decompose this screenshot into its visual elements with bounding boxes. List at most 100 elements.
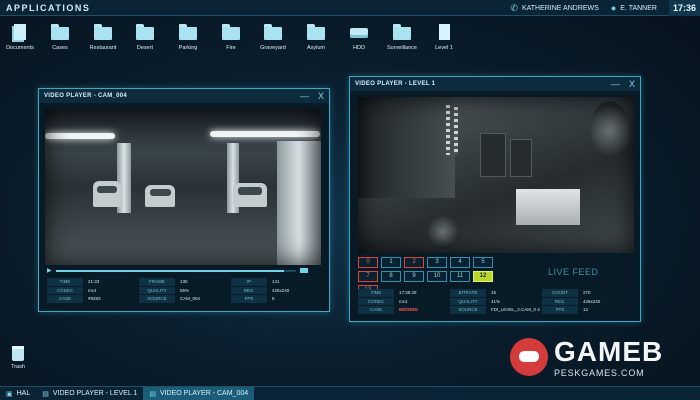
desktop-icon-graveyard[interactable]: Graveyard: [253, 24, 293, 51]
info-value: 270: [579, 289, 633, 297]
taskbar-item-video-level1[interactable]: ▤ VIDEO PLAYER - LEVEL 1: [36, 387, 143, 400]
camera-button-5[interactable]: 5: [473, 257, 493, 268]
desktop-icon-label: Fire: [226, 45, 236, 51]
camera-button-0[interactable]: 0: [358, 257, 378, 268]
top-bar: APPLICATIONS ✆ KATHERINE ANDREWS ● E. TA…: [0, 0, 700, 16]
info-value: MISSING: [395, 306, 449, 314]
close-button[interactable]: X: [318, 90, 324, 102]
camera-button-7[interactable]: 7: [358, 271, 378, 282]
info-key: TIME: [47, 278, 83, 286]
level1-info-table: TIME 17:36:28 BITRATE 15 COUNT 270 CODEC mc4 QUA…: [358, 289, 634, 314]
info-value: 130: [176, 278, 230, 286]
taskbar-item-label: VIDEO PLAYER - CAM_004: [159, 390, 249, 397]
info-key: SOURCE: [450, 306, 486, 314]
desktop-icon-documents[interactable]: Documents: [0, 24, 40, 51]
watermark-subtitle: PESKGAMES.COM: [554, 368, 645, 378]
info-value: 12: [579, 306, 633, 314]
window-icon: ▤: [149, 390, 156, 398]
folder-icon: [179, 24, 197, 40]
camera-button-1[interactable]: 1: [381, 257, 401, 268]
folder-icon: [264, 24, 282, 40]
taskbar-item-video-cam004[interactable]: ▤ VIDEO PLAYER - CAM_004: [143, 386, 255, 400]
trash-icon: [12, 346, 24, 361]
contact-button[interactable]: ✆ KATHERINE ANDREWS: [510, 3, 598, 14]
page-icon: [435, 24, 453, 40]
hal-icon: ▣: [6, 390, 13, 398]
window-title: VIDEO PLAYER - LEVEL 1: [355, 81, 436, 87]
window-title-bar[interactable]: VIDEO PLAYER - CAM_004 — X: [39, 89, 329, 103]
playback-bar[interactable]: ▶: [47, 267, 321, 275]
applications-menu[interactable]: APPLICATIONS: [6, 3, 90, 13]
info-value: CAM_004: [176, 295, 230, 303]
camera-button-10[interactable]: 10: [427, 271, 447, 282]
camera-button-3[interactable]: 3: [427, 257, 447, 268]
desktop-icon-label: Documents: [6, 45, 34, 51]
video-player-level1-window[interactable]: VIDEO PLAYER - LEVEL 1 — X 0 1 2 3 4 5 7 8 9 10 11…: [349, 76, 641, 322]
desktop-icon-fire[interactable]: Fire: [211, 24, 251, 51]
desktop-icon-label: Desert: [136, 45, 154, 51]
info-key: CODEC: [47, 286, 83, 294]
desktop-icons: Documents Cases Restaurant Desert Parkin…: [0, 24, 470, 64]
info-key: FPS: [542, 306, 578, 314]
desktop-icon-cases[interactable]: Cases: [40, 24, 80, 51]
desktop-icon-level-1[interactable]: Level 1: [424, 24, 464, 51]
progress-handle[interactable]: [300, 268, 308, 273]
camera-button-12[interactable]: 12: [473, 271, 493, 282]
desktop-icon-label: HDD: [353, 45, 365, 51]
folder-icon: [51, 24, 69, 40]
desktop-icon-asylum[interactable]: Asylum: [296, 24, 336, 51]
close-button[interactable]: X: [629, 78, 635, 90]
info-value: 15: [487, 289, 541, 297]
info-value: 55%: [176, 286, 230, 294]
desktop-icon-desert[interactable]: Desert: [125, 24, 165, 51]
camera-button-4[interactable]: 4: [450, 257, 470, 268]
user-name: E. TANNER: [620, 4, 657, 12]
desktop-icon-label: Parking: [178, 45, 198, 51]
desktop-icon-label: Level 1: [435, 45, 453, 51]
info-value: 6: [268, 295, 322, 303]
desktop-icon-parking[interactable]: Parking: [168, 24, 208, 51]
info-value: 426x240: [268, 286, 322, 294]
desktop-icon-hdd[interactable]: HDD: [339, 24, 379, 51]
camera-button-9[interactable]: 9: [404, 271, 424, 282]
minimize-button[interactable]: —: [611, 78, 620, 90]
info-value: 17:36:28: [395, 289, 449, 297]
info-key: SOURCE: [139, 295, 175, 303]
camera-button-11[interactable]: 11: [450, 271, 470, 282]
drive-icon: [350, 24, 368, 40]
desktop-icon-label: Asylum: [306, 45, 326, 51]
info-value: 41%: [487, 297, 541, 305]
window-title-bar[interactable]: VIDEO PLAYER - LEVEL 1 — X: [350, 77, 640, 91]
play-icon[interactable]: ▶: [47, 267, 52, 274]
gamepad-logo-icon: [510, 338, 548, 376]
folder-icon: [307, 24, 325, 40]
info-value: mc4: [395, 297, 449, 305]
camera-button-2[interactable]: 2: [404, 257, 424, 268]
info-key: CASE: [358, 306, 394, 314]
user-button[interactable]: ● E. TANNER: [611, 3, 657, 13]
desktop-icon-trash[interactable]: Trash: [6, 346, 30, 370]
contact-name: KATHERINE ANDREWS: [521, 4, 599, 12]
desktop-icon-restaurant[interactable]: Restaurant: [83, 24, 123, 51]
minimize-button[interactable]: —: [300, 90, 309, 102]
progress-track[interactable]: [56, 270, 296, 272]
info-key: CASE: [47, 295, 83, 303]
info-key: BITRATE: [450, 289, 486, 297]
desktop-icon-label: Surveillance: [387, 45, 417, 51]
folder-icon: [222, 24, 240, 40]
info-key: FPS: [231, 295, 267, 303]
level1-video-feed[interactable]: [358, 97, 634, 253]
info-key: TIME: [358, 289, 394, 297]
info-value: 426x240: [579, 297, 633, 305]
camera-button-8[interactable]: 8: [381, 271, 401, 282]
desktop-icon-label: Graveyard: [260, 45, 286, 51]
cam004-video-feed[interactable]: [45, 109, 321, 265]
desktop-icon-surveillance[interactable]: Surveillance: [382, 24, 422, 51]
desktop-icon-label: Restaurant: [89, 45, 117, 51]
video-vignette: [45, 109, 321, 265]
taskbar-item-hal[interactable]: ▣ HAL: [0, 387, 36, 400]
top-bar-right: ✆ KATHERINE ANDREWS ● E. TANNER 17:36: [510, 0, 700, 16]
video-player-cam004-window[interactable]: VIDEO PLAYER - CAM_004 — X ▶ TIME 21:33 FR…: [38, 88, 330, 312]
info-key: RES.: [231, 286, 267, 294]
trash-label: Trash: [11, 364, 25, 370]
